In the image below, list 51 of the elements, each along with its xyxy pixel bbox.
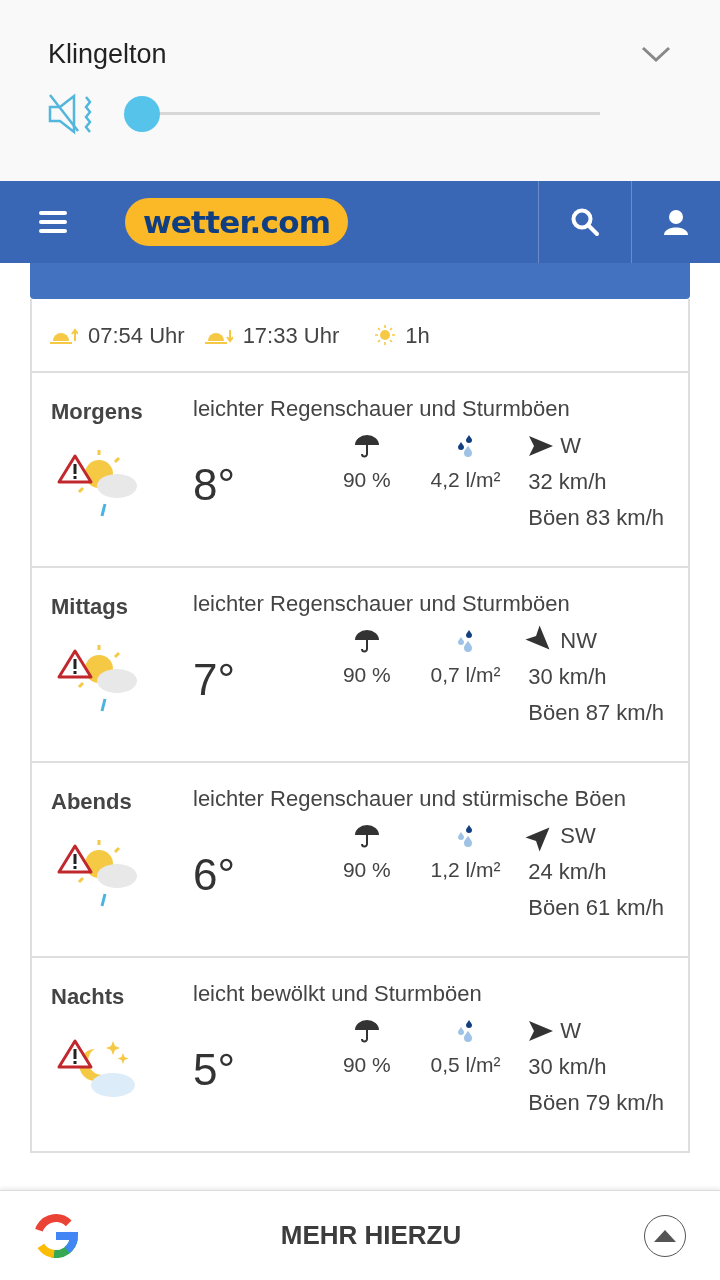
menu-icon	[39, 210, 67, 234]
wind-direction: W	[560, 432, 581, 460]
rain-amount: 4,2 l/m²	[430, 467, 501, 493]
rain-probability: 90 %	[342, 662, 391, 688]
wind-direction: W	[560, 1017, 581, 1045]
condition-text: leichter Regenschauer und Sturmböen	[193, 395, 570, 423]
wind-direction: NW	[560, 627, 597, 655]
umbrella-icon	[353, 1019, 380, 1043]
temperature: 6°	[193, 849, 237, 901]
more-label[interactable]: MEHR HIERZU	[98, 1216, 644, 1255]
umbrella-icon	[353, 824, 380, 848]
wind-gusts: Böen 83 km/h	[528, 504, 664, 532]
temperature: 5°	[193, 1044, 237, 1096]
wind-direction: SW	[560, 822, 596, 850]
sunrise-time: 07:54 Uhr	[88, 321, 185, 350]
period-name: Mittags	[51, 593, 129, 621]
umbrella-icon	[353, 629, 380, 653]
rain-amount: 0,5 l/m²	[430, 1052, 501, 1078]
rain-probability: 90 %	[342, 857, 391, 883]
condition-text: leichter Regenschauer und Sturmböen	[193, 590, 570, 618]
wind-gusts: Böen 79 km/h	[528, 1089, 664, 1117]
rain-amount: 1,2 l/m²	[430, 857, 501, 883]
condition-text: leichter Regenschauer und stürmische Böen	[193, 785, 626, 813]
sunset-time: 17:33 Uhr	[242, 321, 340, 350]
volume-title: Klingelton	[48, 38, 167, 71]
wind-speed: 32 km/h	[528, 468, 608, 496]
rain-probability: 90 %	[342, 467, 391, 493]
umbrella-icon	[353, 434, 380, 458]
slider-thumb[interactable]	[124, 95, 160, 132]
sun-icon	[375, 325, 396, 345]
person-icon	[664, 209, 688, 235]
period-name: Nachts	[51, 983, 126, 1011]
wind-speed: 30 km/h	[528, 1053, 608, 1081]
condition-text: leicht bewölkt und Sturmböen	[193, 980, 482, 1008]
period-name: Morgens	[51, 398, 144, 426]
sunshine-hours: 1h	[405, 321, 430, 350]
logo[interactable]: wetter.com	[125, 198, 349, 246]
wind-speed: 30 km/h	[528, 663, 608, 691]
wind-speed: 24 km/h	[528, 858, 608, 886]
wind-gusts: Böen 61 km/h	[528, 894, 664, 922]
temperature: 8°	[193, 459, 237, 511]
wind-gusts: Böen 87 km/h	[528, 699, 664, 727]
triangle-up-icon	[654, 1229, 676, 1242]
search-icon	[570, 207, 600, 237]
rain-probability: 90 %	[342, 1052, 391, 1078]
temperature: 7°	[193, 654, 237, 706]
chevron-down-icon[interactable]	[641, 45, 671, 64]
period-name: Abends	[51, 788, 133, 816]
rain-amount: 0,7 l/m²	[430, 662, 501, 688]
volume-slider[interactable]	[124, 95, 600, 132]
google-logo-icon	[34, 1213, 78, 1258]
